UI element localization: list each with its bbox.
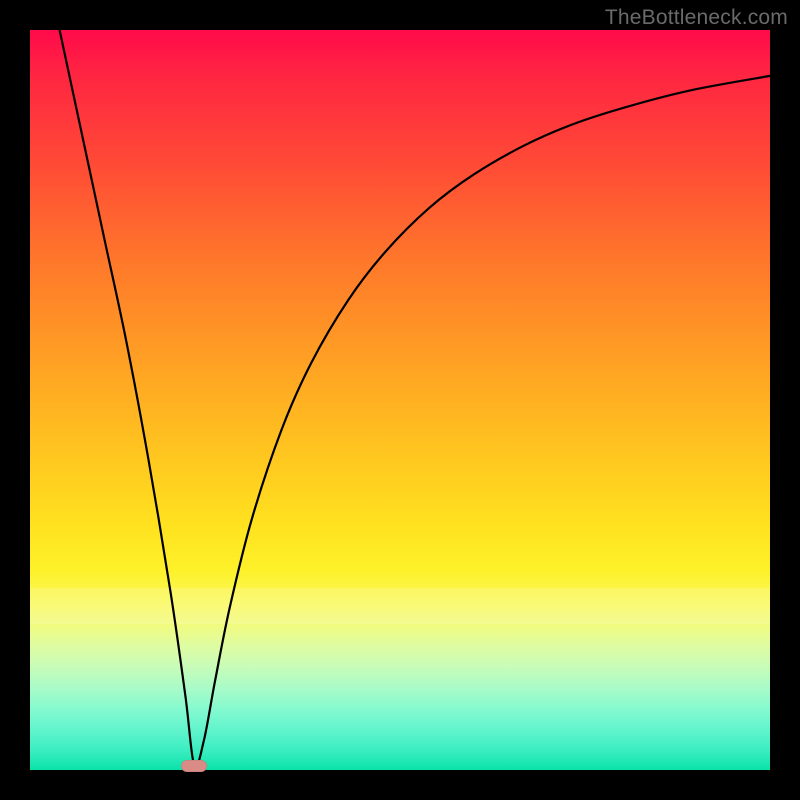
curve-svg bbox=[30, 30, 770, 770]
plot-area bbox=[30, 30, 770, 770]
minimum-marker bbox=[181, 760, 207, 772]
watermark-text: TheBottleneck.com bbox=[605, 6, 788, 30]
chart-frame: TheBottleneck.com bbox=[0, 0, 800, 800]
bottleneck-curve bbox=[60, 30, 770, 767]
